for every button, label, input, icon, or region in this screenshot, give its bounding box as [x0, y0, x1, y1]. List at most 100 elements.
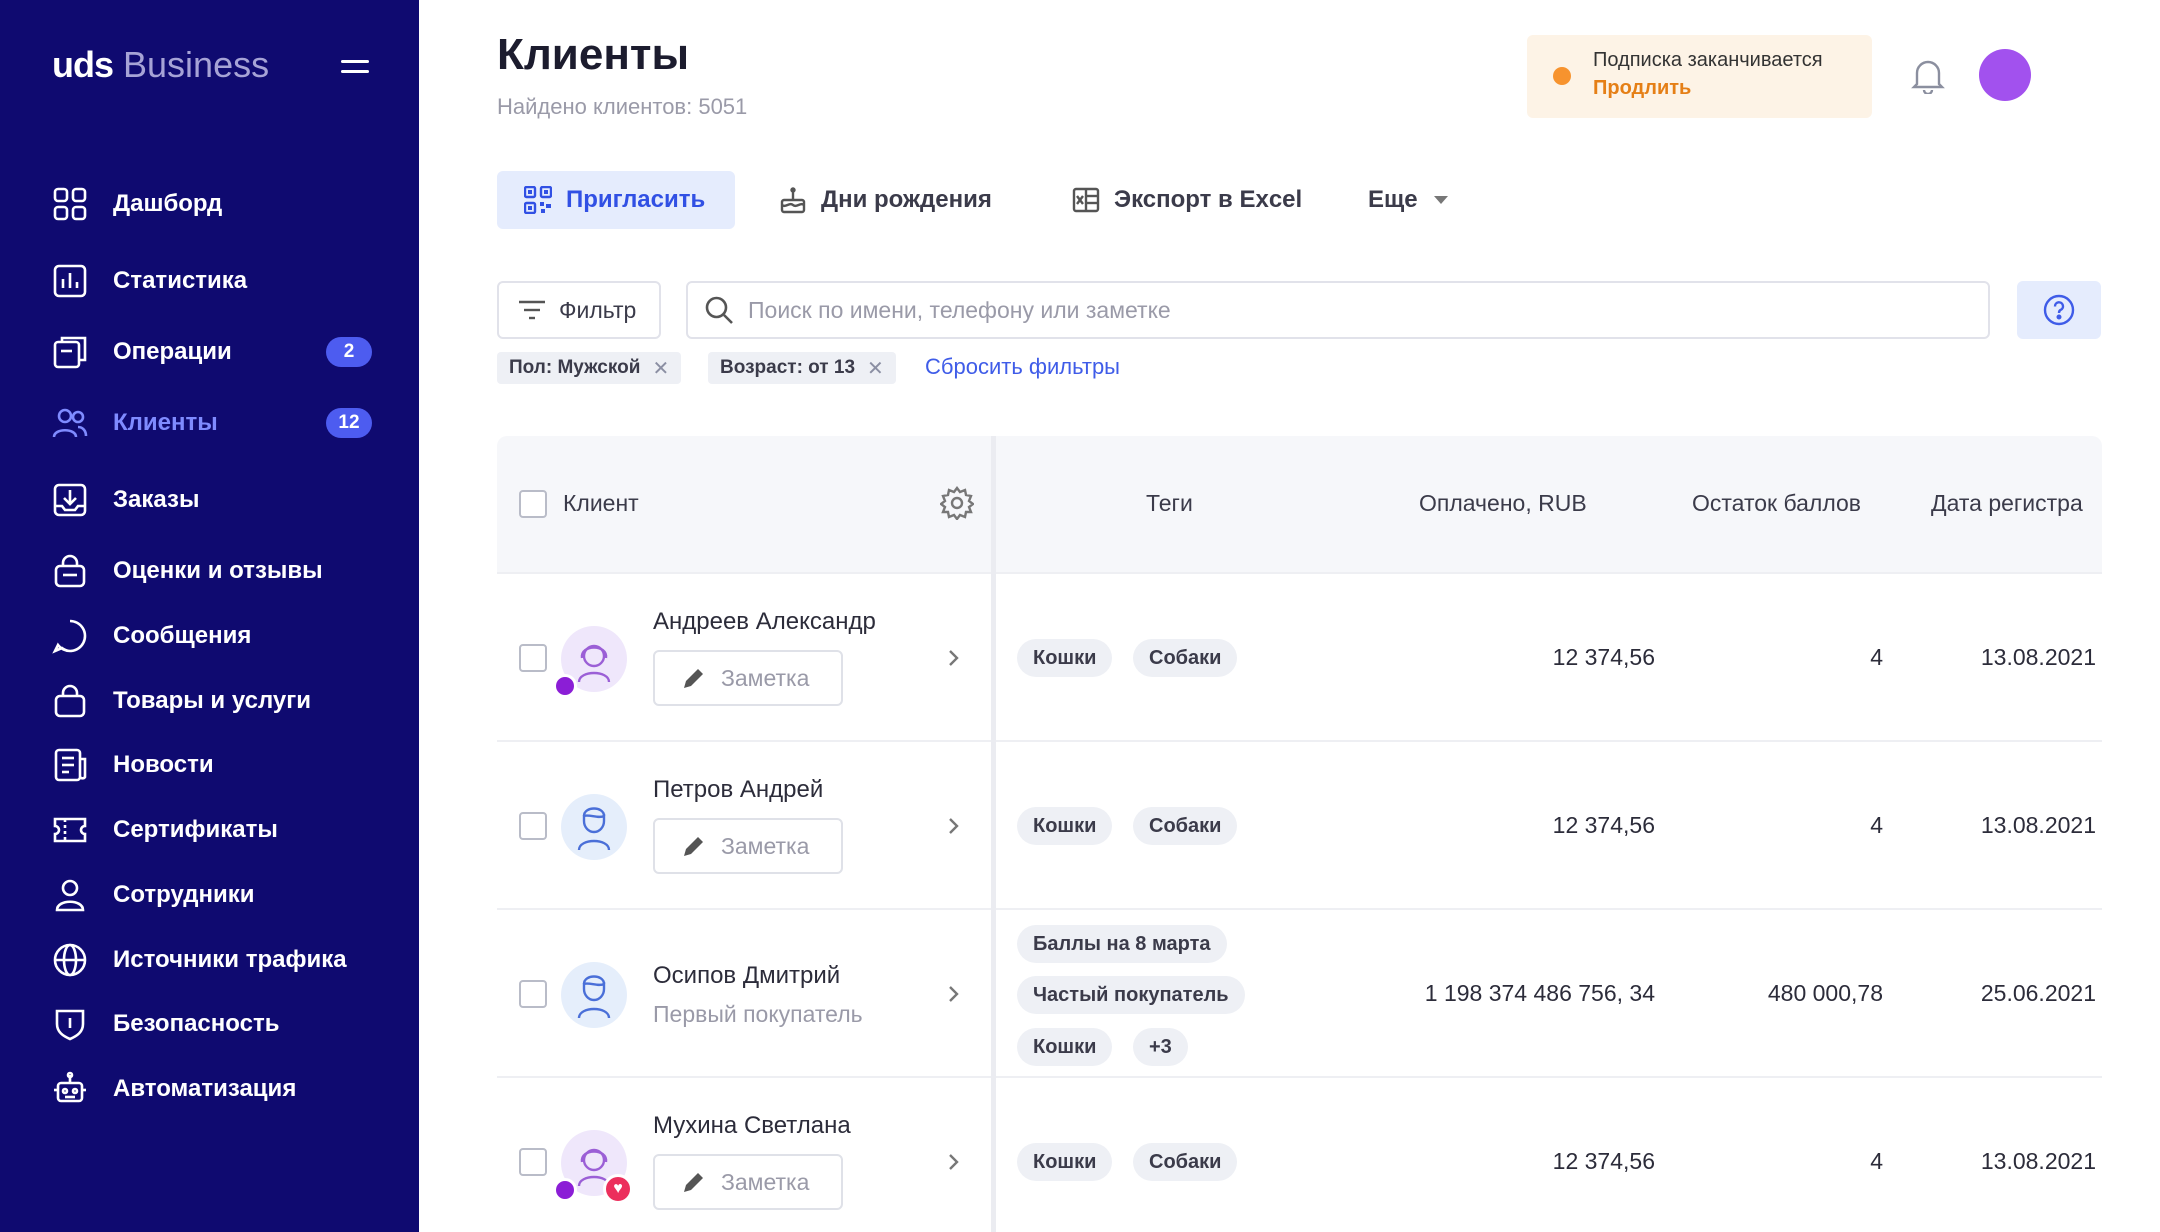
sidebar-item-employees[interactable]: Сотрудники — [52, 875, 372, 915]
tag: Собаки — [1133, 807, 1238, 845]
sidebar-item-label: Автоматизация — [113, 1075, 297, 1102]
app-root: uds Business Дашборд Статистика Операции … — [0, 0, 2160, 1232]
client-subtitle: Первый покупатель — [653, 1001, 863, 1027]
sidebar-item-label: Источники трафика — [113, 946, 347, 973]
points-balance: 4 — [1870, 812, 1883, 838]
program-badge-icon — [553, 1178, 577, 1202]
orders-icon — [53, 483, 87, 517]
table-row[interactable]: ♥ Мухина Светлана Заметка Кошки Собаки 1… — [497, 1076, 2102, 1232]
news-icon — [54, 748, 87, 782]
column-settings-gear-icon[interactable] — [940, 486, 974, 520]
chevron-right-icon[interactable] — [943, 648, 963, 668]
dashboard-icon — [53, 187, 87, 221]
sidebar-item-reviews[interactable]: Оценки и отзывы — [52, 551, 372, 591]
registration-date: 25.06.2021 — [1980, 980, 2096, 1006]
sidebar-item-label: Сотрудники — [113, 881, 255, 908]
male-avatar-icon — [577, 975, 611, 1019]
paid-amount: 12 374,56 — [1552, 1148, 1655, 1174]
qr-code-icon — [524, 186, 552, 214]
more-dropdown[interactable]: Еще — [1368, 171, 1448, 229]
tag: Кошки — [1017, 1143, 1113, 1181]
export-excel-button[interactable]: Экспорт в Excel — [1072, 171, 1302, 229]
birthdays-button-label: Дни рождения — [821, 186, 992, 213]
table-row[interactable]: Андреев Александр Заметка Кошки Собаки 1… — [497, 572, 2102, 740]
select-all-checkbox[interactable] — [519, 490, 547, 518]
logo-product: Business — [123, 44, 270, 85]
client-name[interactable]: Андреев Александр — [653, 608, 876, 636]
pencil-icon — [684, 669, 703, 688]
client-name[interactable]: Осипов Дмитрий — [653, 962, 840, 990]
tag: Баллы на 8 марта — [1017, 925, 1227, 963]
sidebar-item-operations[interactable]: Операции 2 — [52, 332, 372, 372]
tag: Кошки — [1017, 807, 1113, 845]
sidebar-item-messages[interactable]: Сообщения — [52, 616, 372, 656]
row-checkbox[interactable] — [519, 644, 547, 672]
registration-date: 13.08.2021 — [1980, 644, 2096, 670]
user-avatar[interactable] — [1979, 49, 2031, 101]
tag: Собаки — [1133, 639, 1238, 677]
reviews-icon — [54, 554, 86, 588]
subscription-text: Подписка заканчивается — [1593, 49, 1823, 71]
notification-bell-icon[interactable] — [1910, 56, 1946, 94]
male-avatar-icon — [577, 807, 611, 851]
help-button[interactable] — [2017, 281, 2101, 339]
paid-amount: 12 374,56 — [1552, 812, 1655, 838]
sidebar-item-label: Оценки и отзывы — [113, 557, 323, 584]
column-header-date: Дата регистра — [1931, 490, 2083, 516]
points-balance: 480 000,78 — [1767, 980, 1883, 1006]
sidebar-item-news[interactable]: Новости — [52, 745, 372, 785]
sidebar-item-label: Сообщения — [113, 622, 252, 649]
remove-chip-icon[interactable]: ✕ — [867, 356, 884, 381]
sidebar-item-label: Товары и услуги — [113, 687, 311, 714]
search-input[interactable] — [748, 296, 1948, 324]
logo-brand: uds — [52, 44, 114, 85]
filter-chip-label: Пол: Мужской — [509, 357, 641, 378]
sidebar-item-certificates[interactable]: Сертификаты — [52, 810, 372, 850]
chevron-right-icon[interactable] — [943, 1152, 963, 1172]
row-checkbox[interactable] — [519, 1148, 547, 1176]
add-note-button[interactable]: Заметка — [653, 1154, 843, 1210]
renew-subscription-link[interactable]: Продлить — [1593, 77, 1691, 100]
clients-icon — [52, 408, 88, 438]
pencil-icon — [684, 837, 703, 856]
more-tags-badge[interactable]: +3 — [1133, 1028, 1188, 1066]
birthdays-button[interactable]: Дни рождения — [779, 171, 992, 229]
row-checkbox[interactable] — [519, 812, 547, 840]
table-row[interactable]: Осипов Дмитрий Первый покупатель Баллы н… — [497, 908, 2102, 1076]
column-header-tags: Теги — [1146, 490, 1193, 516]
client-name[interactable]: Петров Андрей — [653, 776, 823, 804]
reset-filters-link[interactable]: Сбросить фильтры — [925, 354, 1120, 380]
menu-toggle-icon[interactable] — [341, 58, 369, 76]
logo[interactable]: uds Business — [52, 44, 269, 86]
caret-down-icon — [1433, 196, 1448, 204]
sidebar-item-orders[interactable]: Заказы — [52, 480, 372, 520]
chart-icon — [53, 264, 87, 298]
chevron-right-icon[interactable] — [943, 816, 963, 836]
sidebar-item-clients[interactable]: Клиенты 12 — [52, 403, 372, 443]
filter-icon — [519, 300, 545, 320]
remove-chip-icon[interactable]: ✕ — [652, 356, 669, 381]
table-header: Клиент Теги Оплачено, RUB Остаток баллов… — [497, 436, 2102, 572]
row-checkbox[interactable] — [519, 980, 547, 1008]
sidebar-item-traffic[interactable]: Источники трафика — [52, 940, 372, 980]
table-row[interactable]: Петров Андрей Заметка Кошки Собаки 12 37… — [497, 740, 2102, 908]
note-button-label: Заметка — [721, 832, 810, 859]
sidebar-item-label: Дашборд — [113, 190, 223, 217]
invite-button[interactable]: Пригласить — [497, 171, 735, 229]
add-note-button[interactable]: Заметка — [653, 818, 843, 874]
globe-icon — [53, 943, 87, 977]
clients-table: Клиент Теги Оплачено, RUB Остаток баллов… — [497, 436, 2102, 1232]
chevron-right-icon[interactable] — [943, 984, 963, 1004]
add-note-button[interactable]: Заметка — [653, 650, 843, 706]
pencil-icon — [684, 1173, 703, 1192]
filter-button[interactable]: Фильтр — [497, 281, 661, 339]
filter-button-label: Фильтр — [559, 296, 637, 323]
points-balance: 4 — [1870, 1148, 1883, 1174]
sidebar-item-dashboard[interactable]: Дашборд — [52, 184, 372, 224]
paid-amount: 12 374,56 — [1552, 644, 1655, 670]
sidebar-item-automation[interactable]: Автоматизация — [52, 1069, 372, 1109]
sidebar-item-products[interactable]: Товары и услуги — [52, 681, 372, 721]
sidebar-item-statistics[interactable]: Статистика — [52, 261, 372, 301]
client-name[interactable]: Мухина Светлана — [653, 1112, 851, 1140]
sidebar-item-security[interactable]: Безопасность — [52, 1004, 372, 1044]
